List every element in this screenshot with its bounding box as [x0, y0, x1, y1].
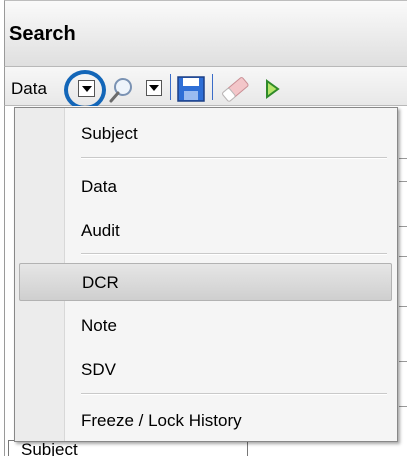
menu-item-subject[interactable]: Subject: [19, 115, 392, 153]
background-list-item[interactable]: Subject: [8, 440, 248, 456]
highlight-circle-annotation: [64, 70, 106, 110]
run-play-icon[interactable]: [264, 79, 280, 99]
view-selector-label[interactable]: Data: [11, 79, 47, 99]
menu-item-note[interactable]: Note: [19, 307, 392, 345]
menu-separator: [81, 157, 387, 159]
grid-line: [399, 158, 407, 159]
menu-separator: [81, 393, 387, 395]
grid-line: [399, 256, 407, 257]
grid-line: [399, 361, 407, 362]
menu-separator: [81, 253, 387, 255]
grid-line: [399, 181, 407, 182]
menu-item-audit[interactable]: Audit: [19, 212, 392, 250]
search-options-dropdown-button[interactable]: [146, 80, 162, 96]
grid-line: [399, 306, 407, 307]
toolbar-separator: [170, 74, 171, 100]
grid-line: [399, 406, 407, 407]
view-dropdown-menu: Subject Data Audit DCR Note SDV Freeze /…: [14, 107, 398, 442]
eraser-icon[interactable]: [218, 76, 252, 102]
panel-title: Search: [9, 23, 76, 45]
toolbar-separator-2: [212, 74, 213, 100]
save-icon[interactable]: [176, 75, 206, 103]
menu-item-data[interactable]: Data: [19, 168, 392, 206]
menu-item-sdv[interactable]: SDV: [19, 351, 392, 389]
menu-item-dcr[interactable]: DCR: [19, 263, 392, 301]
menu-item-freeze-lock-history[interactable]: Freeze / Lock History: [19, 402, 392, 440]
search-magnifier-icon[interactable]: [108, 76, 140, 104]
grid-line: [399, 226, 407, 227]
search-panel-header: Search: [4, 0, 407, 66]
